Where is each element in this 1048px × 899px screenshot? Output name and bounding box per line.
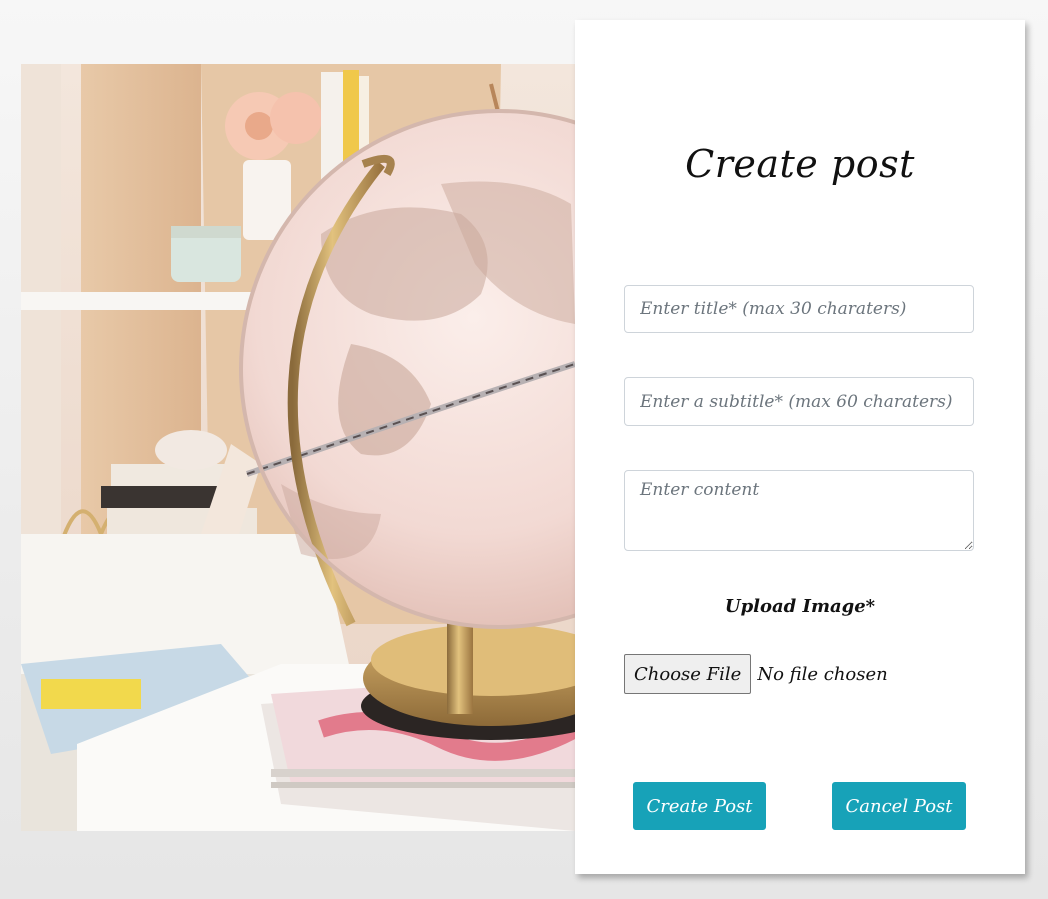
- globe-photo: [21, 64, 575, 831]
- file-status-text: No file chosen: [757, 663, 888, 685]
- title-input[interactable]: [624, 285, 974, 333]
- upload-image-label: Upload Image*: [724, 596, 876, 617]
- create-post-card: Create post Upload Image* Choose File No…: [575, 20, 1025, 874]
- cancel-post-button[interactable]: Cancel Post: [832, 782, 966, 830]
- page-title: Create post: [685, 142, 915, 186]
- choose-file-button[interactable]: Choose File: [624, 654, 752, 694]
- content-textarea[interactable]: [624, 470, 974, 551]
- file-upload-control: Choose File No file chosen: [624, 654, 888, 694]
- create-post-button[interactable]: Create Post: [633, 782, 766, 830]
- subtitle-input[interactable]: [624, 377, 974, 426]
